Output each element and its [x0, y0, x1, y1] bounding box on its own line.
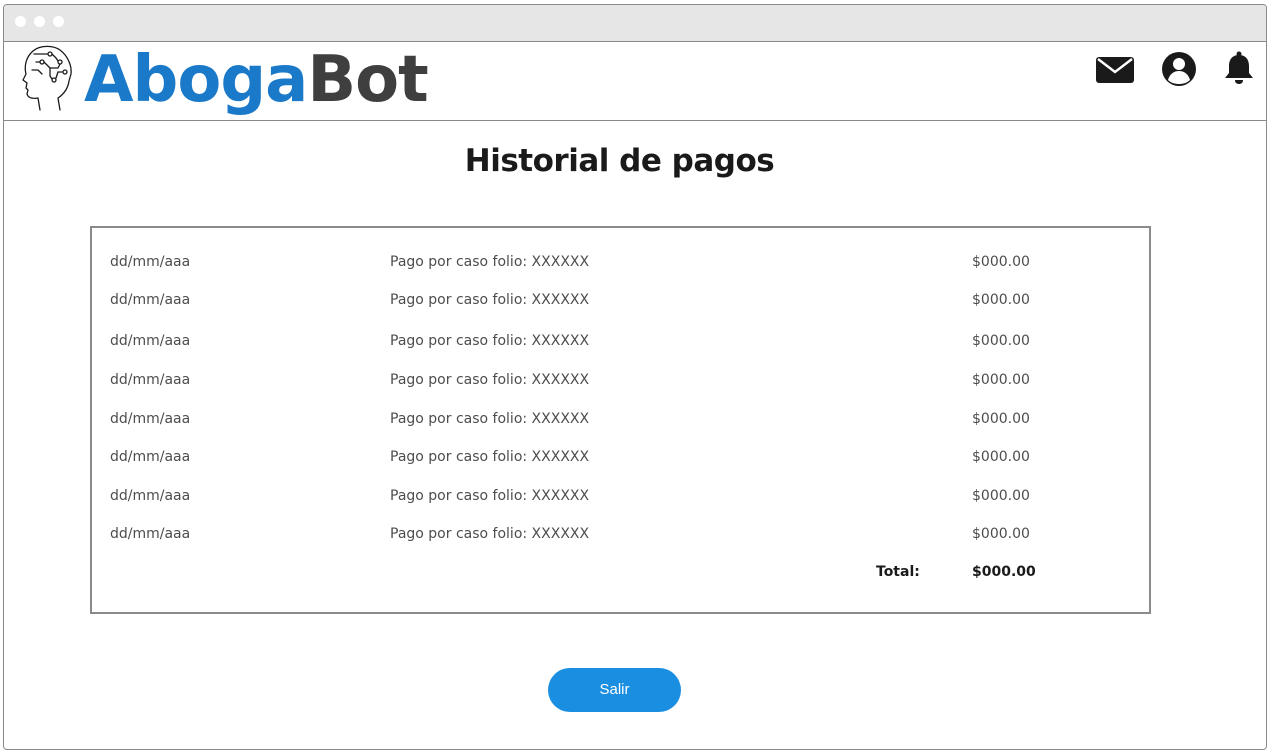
- payment-amount: $000.00: [972, 411, 1030, 427]
- payment-amount: $000.00: [972, 449, 1030, 465]
- payment-date: dd/mm/aaa: [110, 488, 191, 504]
- window-dot-icon[interactable]: [15, 16, 26, 27]
- payment-description: Pago por caso folio: XXXXXX: [390, 449, 590, 465]
- payment-description: Pago por caso folio: XXXXXX: [390, 526, 590, 542]
- brand-part2: Bot: [307, 43, 428, 117]
- payment-date: dd/mm/aaa: [110, 254, 191, 270]
- payment-date: dd/mm/aaa: [110, 526, 191, 542]
- page-title: Historial de pagos: [464, 143, 775, 179]
- payment-row: dd/mm/aaa Pago por caso folio: XXXXXX $0…: [92, 411, 1149, 431]
- payment-description: Pago por caso folio: XXXXXX: [390, 411, 590, 427]
- payment-amount: $000.00: [972, 254, 1030, 270]
- payment-history-panel: dd/mm/aaa Pago por caso folio: XXXXXX $0…: [90, 226, 1151, 614]
- payment-date: dd/mm/aaa: [110, 449, 191, 465]
- payment-amount: $000.00: [972, 292, 1030, 308]
- payment-row: dd/mm/aaa Pago por caso folio: XXXXXX $0…: [92, 254, 1149, 274]
- payment-description: Pago por caso folio: XXXXXX: [390, 292, 590, 308]
- payment-amount: $000.00: [972, 333, 1030, 349]
- payment-description: Pago por caso folio: XXXXXX: [390, 254, 590, 270]
- exit-button[interactable]: Salir: [548, 668, 681, 712]
- window-dot-icon[interactable]: [34, 16, 45, 27]
- user-account-icon[interactable]: [1159, 48, 1199, 88]
- payment-date: dd/mm/aaa: [110, 292, 191, 308]
- payment-amount: $000.00: [972, 488, 1030, 504]
- payment-row: dd/mm/aaa Pago por caso folio: XXXXXX $0…: [92, 488, 1149, 508]
- browser-window: AbogaBot Historial de pagos dd/mm/aaa Pa…: [3, 4, 1267, 750]
- mail-icon[interactable]: [1095, 48, 1135, 88]
- payment-description: Pago por caso folio: XXXXXX: [390, 488, 590, 504]
- payment-row: dd/mm/aaa Pago por caso folio: XXXXXX $0…: [92, 449, 1149, 469]
- payment-description: Pago por caso folio: XXXXXX: [390, 333, 590, 349]
- brand-logo[interactable]: AbogaBot: [84, 40, 429, 120]
- payment-row: dd/mm/aaa Pago por caso folio: XXXXXX $0…: [92, 292, 1149, 312]
- payment-amount: $000.00: [972, 372, 1030, 388]
- payment-date: dd/mm/aaa: [110, 333, 191, 349]
- brain-head-logo-icon: [22, 45, 72, 111]
- payment-date: dd/mm/aaa: [110, 372, 191, 388]
- payment-row: dd/mm/aaa Pago por caso folio: XXXXXX $0…: [92, 333, 1149, 353]
- payment-amount: $000.00: [972, 526, 1030, 542]
- window-dot-icon[interactable]: [53, 16, 64, 27]
- app-header: AbogaBot: [4, 42, 1266, 121]
- payment-description: Pago por caso folio: XXXXXX: [390, 372, 590, 388]
- brand-part1: Aboga: [84, 43, 308, 117]
- payment-row: dd/mm/aaa Pago por caso folio: XXXXXX $0…: [92, 526, 1149, 546]
- total-row: Total: $000.00: [92, 564, 1149, 584]
- payment-date: dd/mm/aaa: [110, 411, 191, 427]
- bell-icon[interactable]: [1219, 48, 1259, 88]
- window-titlebar: [4, 5, 1266, 42]
- payment-row: dd/mm/aaa Pago por caso folio: XXXXXX $0…: [92, 372, 1149, 392]
- total-label: Total:: [876, 564, 920, 580]
- total-amount: $000.00: [972, 564, 1036, 580]
